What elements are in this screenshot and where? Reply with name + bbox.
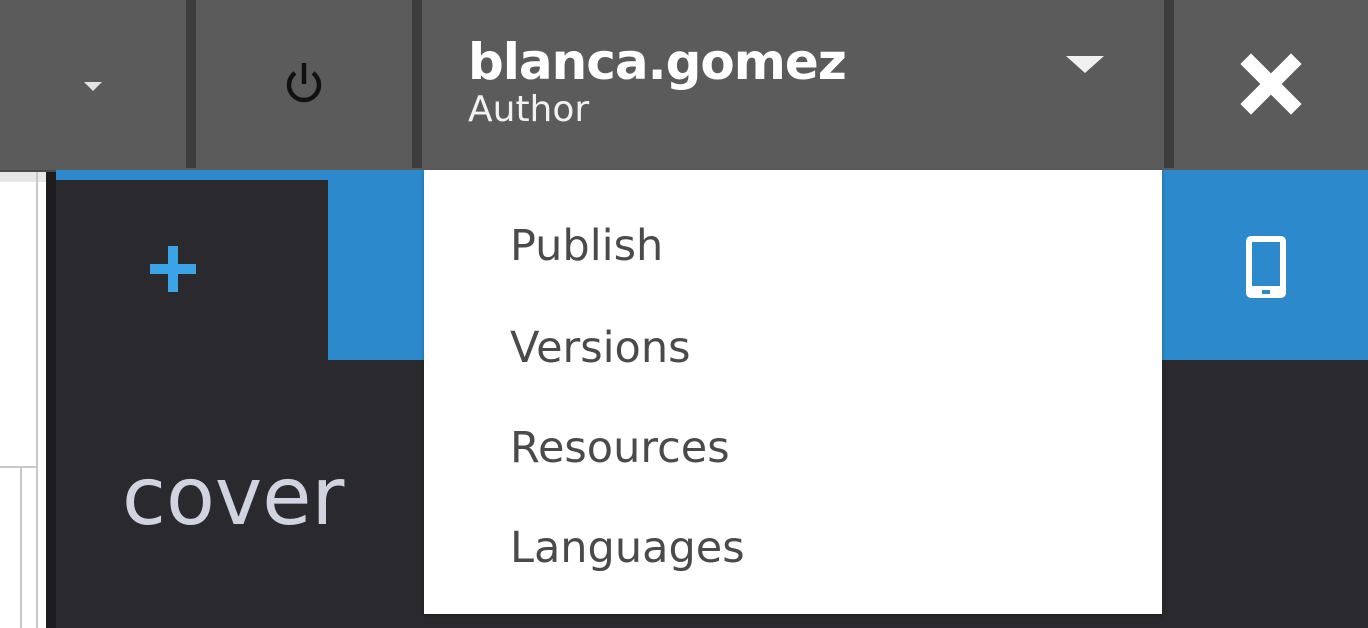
divider	[36, 172, 38, 628]
divider	[0, 466, 36, 468]
close-button[interactable]	[1174, 0, 1368, 168]
user-info: blanca.gomez Author	[468, 33, 847, 130]
top-toolbar: blanca.gomez Author	[0, 0, 1368, 172]
menu-item-publish[interactable]: Publish	[510, 220, 663, 272]
toolbar-divider	[1164, 0, 1174, 168]
mobile-preview-button[interactable]	[1238, 232, 1294, 304]
menu-item-resources[interactable]: Resources	[510, 422, 730, 474]
user-name: blanca.gomez	[468, 33, 847, 91]
divider	[0, 172, 46, 182]
caret-down-icon	[84, 81, 102, 91]
toolbar-dropdown-button[interactable]	[0, 0, 186, 168]
menu-item-languages[interactable]: Languages	[510, 522, 745, 574]
user-menu-toggle[interactable]: blanca.gomez Author	[422, 0, 1164, 168]
menu-item-versions[interactable]: Versions	[510, 322, 691, 374]
toolbar-divider	[412, 0, 422, 168]
panel-edge	[46, 172, 56, 628]
toolbar-divider	[186, 0, 196, 168]
mobile-icon	[1246, 236, 1286, 298]
add-page-button[interactable]	[150, 246, 196, 292]
selection-accent	[56, 170, 328, 180]
user-dropdown-menu: Publish Versions Resources Languages	[424, 170, 1162, 614]
user-role: Author	[468, 89, 590, 130]
close-icon	[1240, 53, 1302, 115]
caret-down-icon	[1066, 56, 1104, 73]
power-icon	[286, 63, 322, 103]
page-title-cover[interactable]: cover	[122, 452, 344, 542]
editor-margin	[0, 172, 46, 628]
power-button[interactable]	[196, 0, 412, 168]
divider	[20, 466, 22, 628]
